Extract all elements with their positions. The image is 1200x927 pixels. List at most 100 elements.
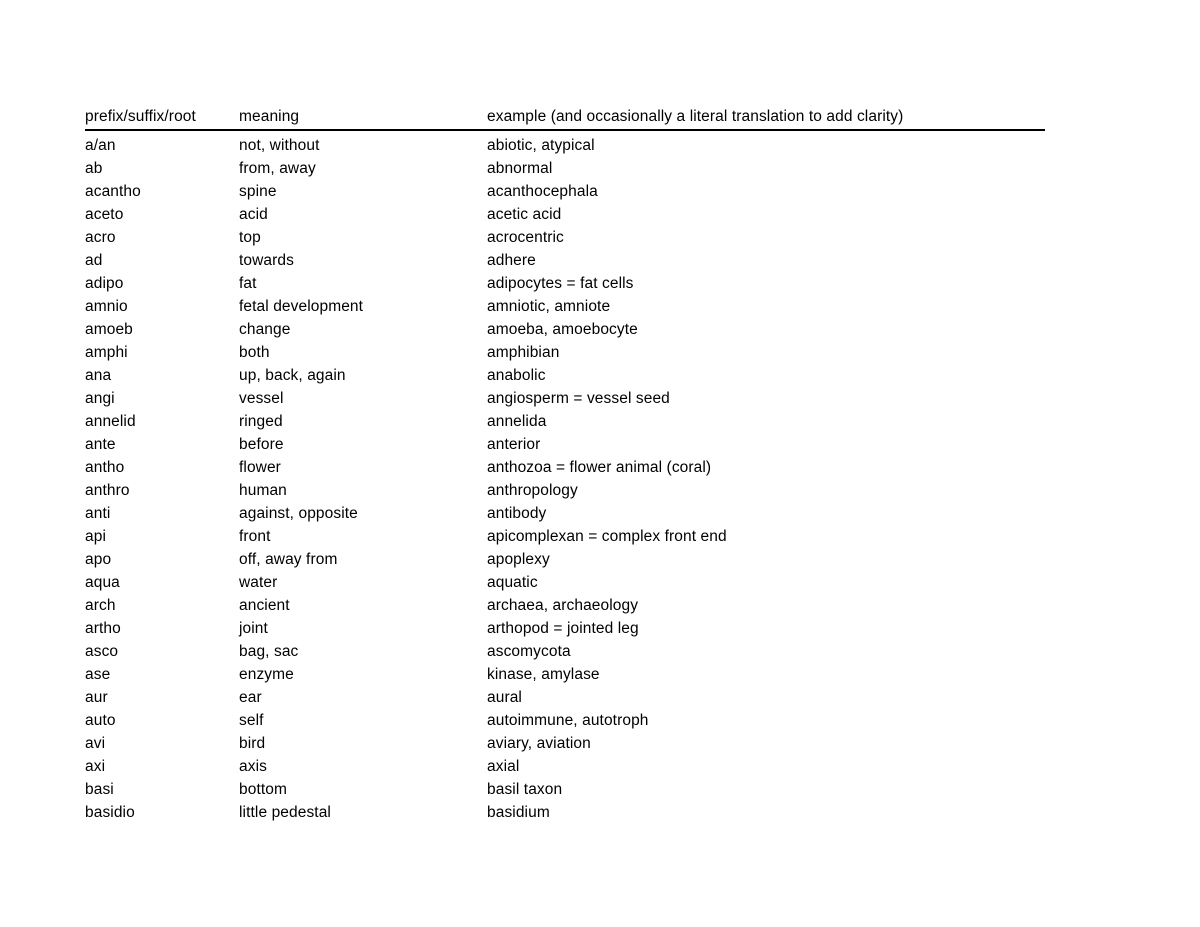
cell-example: abnormal [487, 160, 553, 177]
cell-meaning: bottom [239, 781, 287, 798]
table-row: amnio fetal development amniotic, amniote [85, 295, 1045, 318]
table-row: aqua water aquatic [85, 571, 1045, 594]
cell-term: ab [85, 160, 103, 177]
table-row: ase enzyme kinase, amylase [85, 663, 1045, 686]
column-header-example: example (and occasionally a literal tran… [487, 108, 904, 125]
table-row: axi axis axial [85, 755, 1045, 778]
cell-meaning: little pedestal [239, 804, 331, 821]
cell-term: auto [85, 712, 116, 729]
cell-term: asco [85, 643, 119, 660]
cell-term: aur [85, 689, 108, 706]
cell-example: aural [487, 689, 522, 706]
column-header-term: prefix/suffix/root [85, 108, 196, 125]
cell-meaning: off, away from [239, 551, 338, 568]
cell-example: apoplexy [487, 551, 550, 568]
table-row: basidio little pedestal basidium [85, 801, 1045, 824]
cell-meaning: ringed [239, 413, 283, 430]
cell-example: aquatic [487, 574, 538, 591]
cell-meaning: water [239, 574, 278, 591]
cell-meaning: axis [239, 758, 267, 775]
cell-meaning: ancient [239, 597, 290, 614]
table-row: arch ancient archaea, archaeology [85, 594, 1045, 617]
cell-example: anthropology [487, 482, 578, 499]
table-row: basi bottom basil taxon [85, 778, 1045, 801]
glossary-table: prefix/suffix/root meaning example (and … [85, 106, 1045, 824]
cell-term: amphi [85, 344, 128, 361]
cell-term: basidio [85, 804, 135, 821]
cell-term: anti [85, 505, 111, 522]
cell-meaning: both [239, 344, 270, 361]
cell-example: archaea, archaeology [487, 597, 639, 614]
cell-term: artho [85, 620, 121, 637]
cell-term: annelid [85, 413, 136, 430]
cell-meaning: bird [239, 735, 266, 752]
cell-example: axial [487, 758, 520, 775]
cell-meaning: fat [239, 275, 257, 292]
cell-term: apo [85, 551, 112, 568]
table-body: a/an not, without abiotic, atypical ab from,… [85, 130, 1045, 824]
cell-term: ase [85, 666, 111, 683]
cell-term: axi [85, 758, 106, 775]
table-row: a/an not, without abiotic, atypical [85, 130, 1045, 157]
cell-example: antibody [487, 505, 547, 522]
cell-meaning: flower [239, 459, 281, 476]
cell-example: amphibian [487, 344, 560, 361]
cell-example: adhere [487, 252, 536, 269]
cell-term: ad [85, 252, 103, 269]
table-row: amoeb change amoeba, amoebocyte [85, 318, 1045, 341]
cell-term: basi [85, 781, 114, 798]
table-row: aceto acid acetic acid [85, 203, 1045, 226]
cell-term: ana [85, 367, 112, 384]
header-row: prefix/suffix/root meaning example (and … [85, 106, 1045, 130]
cell-term: ante [85, 436, 116, 453]
cell-term: aceto [85, 206, 124, 223]
table-row: api front apicomplexan = complex front end [85, 525, 1045, 548]
cell-example: apicomplexan = complex front end [487, 528, 727, 545]
table-row: anthro human anthropology [85, 479, 1045, 502]
table-row: adipo fat adipocytes = fat cells [85, 272, 1045, 295]
cell-example: anthozoa = flower animal (coral) [487, 459, 712, 476]
cell-term: adipo [85, 275, 124, 292]
table-row: acantho spine acanthocephala [85, 180, 1045, 203]
cell-term: anthro [85, 482, 130, 499]
cell-example: kinase, amylase [487, 666, 600, 683]
cell-example: amniotic, amniote [487, 298, 611, 315]
cell-meaning: enzyme [239, 666, 294, 683]
cell-example: anabolic [487, 367, 546, 384]
cell-term: acantho [85, 183, 141, 200]
cell-term: a/an [85, 137, 116, 154]
cell-example: abiotic, atypical [487, 137, 595, 154]
cell-example: acetic acid [487, 206, 562, 223]
glossary-section: prefix/suffix/root meaning example (and … [85, 106, 1045, 824]
table-row: angi vessel angiosperm = vessel seed [85, 387, 1045, 410]
table-row: avi bird aviary, aviation [85, 732, 1045, 755]
cell-meaning: from, away [239, 160, 316, 177]
cell-meaning: human [239, 482, 287, 499]
table-row: aur ear aural [85, 686, 1045, 709]
cell-meaning: top [239, 229, 261, 246]
cell-example: amoeba, amoebocyte [487, 321, 638, 338]
cell-term: avi [85, 735, 106, 752]
table-header: prefix/suffix/root meaning example (and … [85, 106, 1045, 130]
cell-meaning: ear [239, 689, 262, 706]
table-row: ante before anterior [85, 433, 1045, 456]
table-row: asco bag, sac ascomycota [85, 640, 1045, 663]
cell-example: arthopod = jointed leg [487, 620, 639, 637]
column-header-meaning: meaning [239, 108, 300, 125]
cell-meaning: up, back, again [239, 367, 346, 384]
cell-term: antho [85, 459, 125, 476]
cell-meaning: towards [239, 252, 294, 269]
cell-meaning: joint [239, 620, 268, 637]
table-row: apo off, away from apoplexy [85, 548, 1045, 571]
cell-meaning: before [239, 436, 284, 453]
cell-example: basil taxon [487, 781, 563, 798]
cell-meaning: against, opposite [239, 505, 358, 522]
cell-example: acanthocephala [487, 183, 598, 200]
cell-meaning: bag, sac [239, 643, 299, 660]
table-row: antho flower anthozoa = flower animal (cor… [85, 456, 1045, 479]
table-row: amphi both amphibian [85, 341, 1045, 364]
cell-example: anterior [487, 436, 541, 453]
cell-term: angi [85, 390, 115, 407]
cell-example: annelida [487, 413, 547, 430]
cell-meaning: vessel [239, 390, 284, 407]
